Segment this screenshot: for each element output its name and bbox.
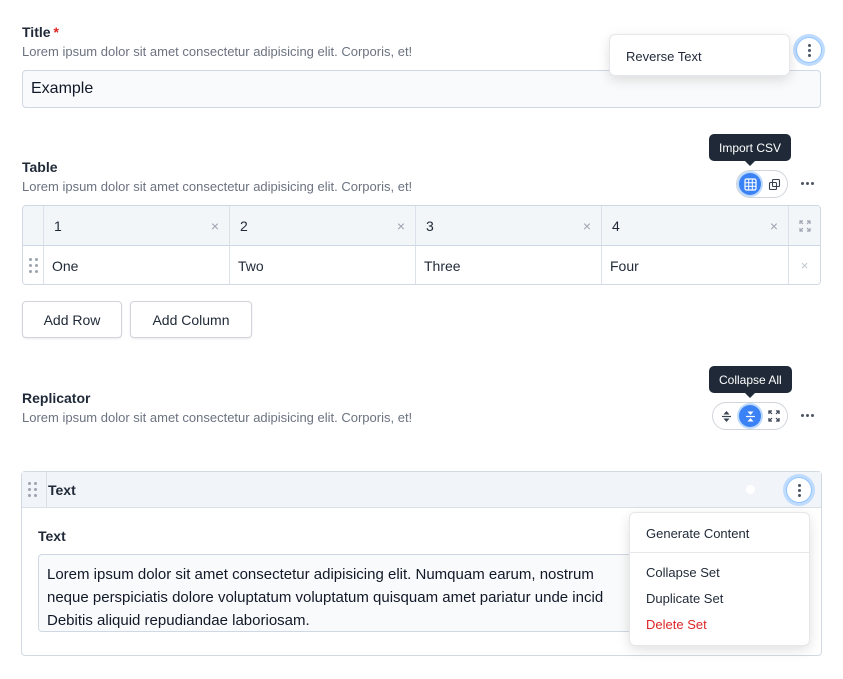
drag-column-header xyxy=(23,206,44,245)
table-grid-icon xyxy=(743,177,757,191)
add-column-button[interactable]: Add Column xyxy=(130,301,252,338)
grid-view-button[interactable] xyxy=(739,173,761,195)
textarea-line: Lorem ipsum dolor sit amet consectetur a… xyxy=(47,566,594,583)
table-cell[interactable]: Two xyxy=(230,246,416,284)
drag-handle-icon xyxy=(28,258,38,273)
expand-all-icon xyxy=(721,410,731,422)
expand-icon xyxy=(798,219,811,232)
table-row: One Two Three Four × xyxy=(23,246,820,284)
menu-item-reverse-text[interactable]: Reverse Text xyxy=(610,43,789,69)
table-cell[interactable]: Three xyxy=(416,246,602,284)
remove-row-button[interactable]: × xyxy=(789,246,820,284)
table-header-row: 1 × 2 × 3 × 4 × xyxy=(23,206,820,246)
remove-row-icon: × xyxy=(800,258,809,273)
table-cell[interactable]: One xyxy=(44,246,230,284)
textarea-line: neque perspiciatis dolore voluptatum vol… xyxy=(47,589,604,606)
table-field-description: Lorem ipsum dolor sit amet consectetur a… xyxy=(22,179,413,194)
add-row-button[interactable]: Add Row xyxy=(22,301,122,338)
replicator-toolbar xyxy=(712,402,788,430)
expand-all-button[interactable] xyxy=(715,405,737,427)
column-header[interactable]: 1 × xyxy=(44,206,230,245)
column-header-label: 2 xyxy=(240,217,248,234)
collapse-all-tooltip-text: Collapse All xyxy=(719,372,782,387)
title-field-label: Title * xyxy=(22,24,59,40)
menu-divider xyxy=(630,552,809,553)
remove-column-icon[interactable]: × xyxy=(770,218,778,234)
title-label-text: Title xyxy=(22,24,51,40)
set-header[interactable]: Text xyxy=(22,472,821,508)
remove-column-icon[interactable]: × xyxy=(397,218,405,234)
table-cell[interactable]: Four xyxy=(602,246,789,284)
required-mark: * xyxy=(53,24,59,40)
table-field-more-button[interactable] xyxy=(801,182,814,185)
menu-item-generate-content[interactable]: Generate Content xyxy=(630,520,809,546)
import-csv-icon xyxy=(768,178,780,190)
column-header[interactable]: 3 × xyxy=(416,206,602,245)
menu-item-delete-set[interactable]: Delete Set xyxy=(630,611,809,637)
title-field-actions-menu: Reverse Text xyxy=(609,34,790,76)
table-field-label: Table xyxy=(22,159,58,175)
title-field-actions-button[interactable] xyxy=(796,37,822,63)
textarea-line: Debitis aliquid repudiandae laboriosam. xyxy=(47,612,310,629)
import-csv-button[interactable] xyxy=(763,173,785,195)
replicator-set: Text Text Lorem ipsum dolor sit amet con… xyxy=(21,471,822,656)
menu-item-duplicate-set[interactable]: Duplicate Set xyxy=(630,585,809,611)
collapse-all-tooltip: Collapse All xyxy=(709,366,792,398)
import-csv-tooltip-text: Import CSV xyxy=(719,140,782,155)
divider xyxy=(46,472,47,508)
row-drag-handle[interactable] xyxy=(23,246,44,284)
column-header-label: 1 xyxy=(54,217,62,234)
more-vertical-icon xyxy=(807,43,811,57)
set-title: Text xyxy=(48,482,76,498)
column-header[interactable]: 2 × xyxy=(230,206,416,245)
set-actions-button[interactable] xyxy=(786,477,812,503)
table-grid: 1 × 2 × 3 × 4 × One Two Three Four × xyxy=(22,205,821,285)
column-header-label: 4 xyxy=(612,217,620,234)
replicator-field-label: Replicator xyxy=(22,390,91,406)
more-horizontal-icon xyxy=(801,182,814,185)
more-vertical-icon xyxy=(797,483,801,497)
fullscreen-button[interactable] xyxy=(763,405,785,427)
set-text-input[interactable]: Lorem ipsum dolor sit amet consectetur a… xyxy=(38,554,638,632)
expand-icon xyxy=(768,410,780,422)
title-field-description: Lorem ipsum dolor sit amet consectetur a… xyxy=(22,44,413,59)
table-mode-toggle xyxy=(736,170,788,198)
replicator-field-description: Lorem ipsum dolor sit amet consectetur a… xyxy=(22,410,413,425)
drag-handle-icon[interactable] xyxy=(28,482,37,497)
fullscreen-button[interactable] xyxy=(789,206,820,245)
replicator-field-more-button[interactable] xyxy=(801,414,814,417)
menu-item-collapse-set[interactable]: Collapse Set xyxy=(630,559,809,585)
set-field-label: Text xyxy=(38,528,66,544)
column-header[interactable]: 4 × xyxy=(602,206,789,245)
more-horizontal-icon xyxy=(801,414,814,417)
collapse-all-button[interactable] xyxy=(739,405,761,427)
import-csv-tooltip: Import CSV xyxy=(709,134,792,166)
column-header-label: 3 xyxy=(426,217,434,234)
remove-column-icon[interactable]: × xyxy=(211,218,219,234)
remove-column-icon[interactable]: × xyxy=(583,218,591,234)
set-actions-menu: Generate Content Collapse Set Duplicate … xyxy=(629,512,810,646)
collapse-all-icon xyxy=(745,411,755,421)
